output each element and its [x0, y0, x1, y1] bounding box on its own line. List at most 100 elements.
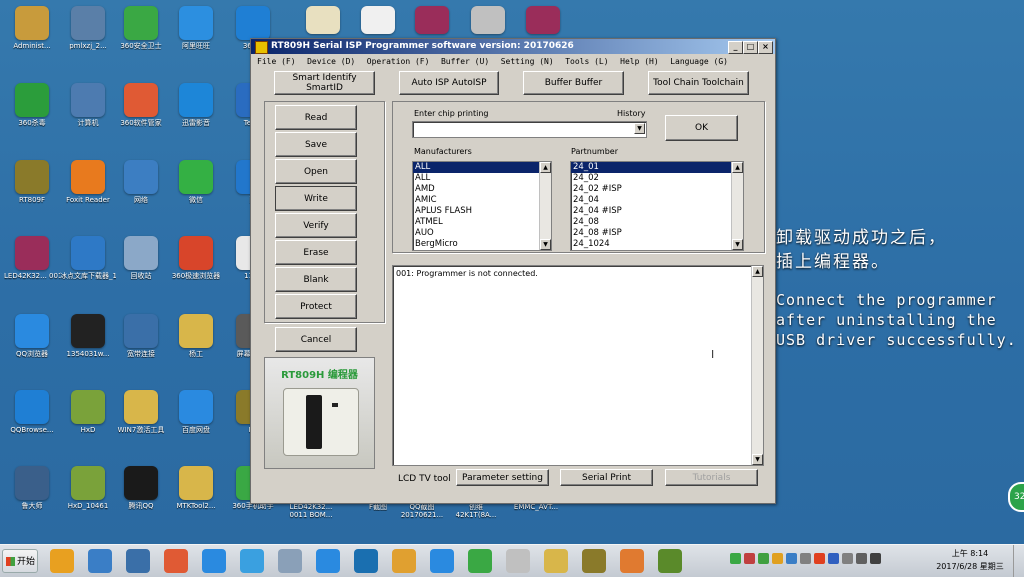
taskbar-refresh-icon[interactable] [468, 549, 492, 573]
show-desktop-button[interactable] [1013, 545, 1024, 577]
read-button[interactable]: Read [275, 105, 357, 130]
taskbar-qq-icon[interactable] [430, 549, 454, 573]
taskbar-ball-icon[interactable] [392, 549, 416, 573]
manufacturer-item[interactable]: ATMEL [413, 217, 551, 228]
desktop-shortcut[interactable]: 网络 [113, 160, 169, 204]
desktop-shortcut[interactable]: 360软件管家 [113, 83, 169, 127]
desktop-shortcut[interactable]: 1354031w... [60, 314, 116, 358]
scroll-up-icon[interactable]: ▲ [732, 162, 743, 173]
toolchain-button[interactable]: Tool Chain Toolchain [648, 71, 749, 95]
menu-file[interactable]: File (F) [257, 57, 296, 66]
tray-icon[interactable] [772, 553, 783, 564]
partnumber-list[interactable]: 24_01 24_02 24_02 #ISP 24_04 24_04 #ISP 24_08… [570, 161, 744, 251]
tray-icon[interactable] [744, 553, 755, 564]
manufacturer-item[interactable]: AMIC [413, 195, 551, 206]
cancel-button[interactable]: Cancel [275, 327, 357, 352]
desktop-shortcut[interactable]: 宽带连接 [113, 314, 169, 358]
desktop-shortcut[interactable]: WIN7激活工具 [113, 390, 169, 434]
desktop-shortcut[interactable]: pmlxzj_2... [60, 6, 116, 50]
desktop-file[interactable]: LED42K32... 0011 BOM... [283, 503, 339, 519]
erase-button[interactable]: Erase [275, 240, 357, 265]
taskbar-blank-icon[interactable] [506, 549, 530, 573]
tray-icon[interactable] [856, 553, 867, 564]
taskbar-rt809-icon[interactable] [582, 549, 606, 573]
desktop-file[interactable]: EMMC_AVT... [508, 503, 564, 511]
desktop-shortcut[interactable]: 360安全卫士 [113, 6, 169, 50]
menu-device[interactable]: Device (D) [307, 57, 355, 66]
scroll-down-icon[interactable]: ▼ [752, 454, 763, 465]
tray-icon[interactable] [786, 553, 797, 564]
protect-button[interactable]: Protect [275, 294, 357, 319]
manufacturer-item[interactable]: AUO [413, 228, 551, 239]
taskbar-ie-icon[interactable] [240, 549, 264, 573]
desktop-file[interactable] [404, 6, 460, 36]
minimize-button[interactable]: _ [728, 41, 743, 54]
taskbar-chat-icon[interactable] [202, 549, 226, 573]
desktop-shortcut[interactable]: 腾讯QQ [113, 466, 169, 510]
partnumber-item[interactable]: 24_02 [571, 173, 743, 184]
menu-buffer[interactable]: Buffer (U) [441, 57, 489, 66]
taskbar-app-icon[interactable] [620, 549, 644, 573]
desktop-shortcut[interactable]: MTKTool2... [168, 466, 224, 510]
taskbar-rt809-icon[interactable] [658, 549, 682, 573]
desktop-file[interactable] [350, 6, 406, 36]
buffer-button[interactable]: Buffer Buffer [523, 71, 624, 95]
scroll-down-icon[interactable]: ▼ [732, 239, 743, 250]
manufacturers-scrollbar[interactable]: ▲ ▼ [539, 162, 551, 250]
desktop-shortcut[interactable]: 360杀毒 [4, 83, 60, 127]
desktop-shortcut[interactable]: 阿里旺旺 [168, 6, 224, 50]
partnumber-item[interactable]: 24_08 #ISP [571, 228, 743, 239]
tray-icon[interactable] [842, 553, 853, 564]
partnumber-item[interactable]: 24_1024 [571, 239, 743, 250]
window-titlebar[interactable]: RT809H Serial ISP Programmer software ve… [251, 39, 775, 54]
write-button[interactable]: Write [275, 186, 357, 211]
partnumber-scrollbar[interactable]: ▲ ▼ [731, 162, 743, 250]
partnumber-item[interactable]: 24_01 [571, 162, 743, 173]
scroll-up-icon[interactable]: ▲ [540, 162, 551, 173]
clock-time[interactable]: 上午 8:14 [944, 548, 996, 559]
manufacturers-list[interactable]: ALL ALL AMD AMIC APLUS FLASH ATMEL AUO BergMicr… [412, 161, 552, 251]
auto-isp-button[interactable]: Auto ISP AutoISP [399, 71, 499, 95]
desktop-shortcut[interactable]: 计算机 [60, 83, 116, 127]
scroll-up-icon[interactable]: ▲ [752, 266, 763, 277]
menu-tools[interactable]: Tools (L) [565, 57, 608, 66]
tray-icon[interactable] [758, 553, 769, 564]
manufacturer-item[interactable]: ALL [413, 162, 551, 173]
taskbar-app-icon[interactable] [50, 549, 74, 573]
clock-date[interactable]: 2017/6/28 星期三 [928, 561, 1012, 572]
log-scrollbar[interactable]: ▲ ▼ [751, 266, 763, 465]
manufacturer-item[interactable]: BergMicro [413, 239, 551, 250]
smart-identify-button[interactable]: Smart Identify SmartID [274, 71, 375, 95]
menu-help[interactable]: Help (H) [620, 57, 659, 66]
manufacturer-item[interactable]: APLUS FLASH [413, 206, 551, 217]
blank-button[interactable]: Blank [275, 267, 357, 292]
taskbar-desktop-icon[interactable] [88, 549, 112, 573]
desktop-file[interactable]: 创维 42K1T(8A... [448, 503, 504, 519]
verify-button[interactable]: Verify [275, 213, 357, 238]
partnumber-item[interactable]: 24_04 [571, 195, 743, 206]
close-button[interactable]: × [758, 41, 773, 54]
desktop-shortcut[interactable]: 百度网盘 [168, 390, 224, 434]
desktop-shortcut[interactable]: HxD [60, 390, 116, 434]
desktop-shortcut[interactable]: QQ浏览器 [4, 314, 60, 358]
desktop-file[interactable]: QQ截图 20170621... [394, 503, 450, 519]
desktop-shortcut[interactable]: 鲁大师 [4, 466, 60, 510]
tray-icon[interactable] [814, 553, 825, 564]
tray-icon[interactable] [828, 553, 839, 564]
desktop-shortcut[interactable]: Administ... [4, 6, 60, 50]
desktop-shortcut[interactable]: 360极速浏览器 [168, 236, 224, 280]
desktop-shortcut[interactable]: 杨工 [168, 314, 224, 358]
open-button[interactable]: Open [275, 159, 357, 184]
menu-operation[interactable]: Operation (F) [367, 57, 430, 66]
desktop-file[interactable] [460, 6, 516, 36]
desktop-shortcut[interactable]: 冰点文库下载器_10... [60, 236, 116, 280]
partnumber-item[interactable]: 24_02 #ISP [571, 184, 743, 195]
desktop-shortcut[interactable]: 迅雷影音 [168, 83, 224, 127]
tray-icon[interactable] [730, 553, 741, 564]
taskbar-folder-icon[interactable] [544, 549, 568, 573]
desktop-shortcut[interactable]: 微信 [168, 160, 224, 204]
desktop-shortcut[interactable]: Foxit Reader [60, 160, 116, 204]
side-badge[interactable]: 32 [1008, 482, 1024, 512]
ok-button[interactable]: OK [665, 115, 738, 141]
taskbar-video-icon[interactable] [126, 549, 150, 573]
